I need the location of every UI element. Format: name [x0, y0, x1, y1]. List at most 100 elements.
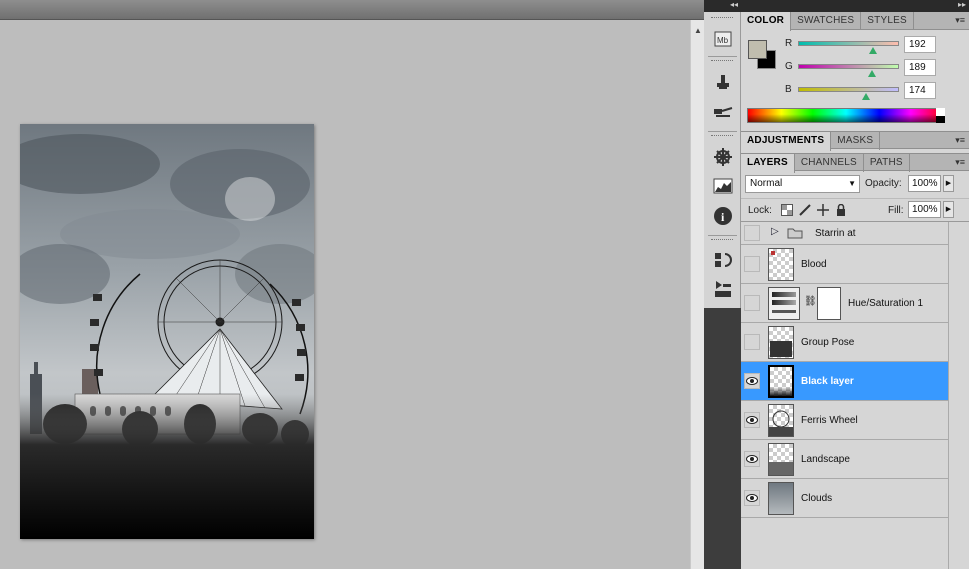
layer-thumbnail [768, 482, 794, 515]
layer-row-blood[interactable]: Blood [741, 245, 948, 284]
disclosure-triangle-icon[interactable]: ▷ [771, 226, 779, 237]
layer-row-hue-saturation[interactable]: ⛓ Hue/Saturation 1 [741, 284, 948, 323]
green-slider[interactable] [798, 64, 899, 69]
blue-slider-thumb[interactable] [862, 93, 870, 100]
tab-masks[interactable]: MASKS [831, 132, 881, 150]
fill-field[interactable]: 100% [908, 201, 941, 218]
blend-mode-value: Normal [750, 178, 783, 189]
adjustment-thumbnail [768, 287, 800, 320]
red-channel-label: R [785, 38, 793, 49]
canvas-vertical-scrollbar[interactable]: ▲ [690, 20, 704, 569]
opacity-label: Opacity: [865, 178, 902, 189]
lock-transparency-icon[interactable] [781, 204, 793, 216]
eye-icon[interactable] [744, 373, 760, 389]
layer-thumbnail [768, 443, 794, 476]
info-icon[interactable]: i [712, 205, 734, 227]
dock-icon-strip: Mb i [704, 12, 741, 308]
brushes-icon[interactable] [712, 101, 734, 123]
expand-arrows-icon[interactable]: ▸▸ [958, 0, 966, 9]
mini-bridge-icon[interactable]: Mb [712, 28, 734, 50]
blue-value-field[interactable]: 174 [904, 82, 936, 99]
tab-channels[interactable]: CHANNELS [795, 154, 864, 172]
color-panel-tabs: COLOR SWATCHES STYLES ▾≡ [741, 12, 969, 31]
color-panel: COLOR SWATCHES STYLES ▾≡ R 192 G 189 B 1… [741, 12, 969, 130]
dock-separator [708, 56, 737, 57]
layer-row-black-layer[interactable]: Black layer [741, 362, 948, 401]
layer-row-landscape[interactable]: Landscape [741, 440, 948, 479]
layer-thumbnail [768, 404, 794, 437]
svg-text:Mb: Mb [717, 36, 729, 45]
tab-styles[interactable]: STYLES [861, 12, 914, 30]
lock-pixels-icon[interactable] [799, 204, 811, 216]
document-title-bar [0, 0, 706, 20]
layer-name: Black layer [801, 376, 854, 387]
eye-icon[interactable] [744, 490, 760, 506]
foreground-color-swatch[interactable] [748, 40, 767, 59]
eye-icon[interactable] [744, 451, 760, 467]
layer-name: Blood [801, 259, 827, 270]
right-panels: ▸▸ COLOR SWATCHES STYLES ▾≡ R 192 G 189 … [741, 0, 969, 569]
lock-position-icon[interactable] [817, 204, 829, 216]
blue-channel-label: B [785, 84, 792, 95]
layer-thumbnail [768, 326, 794, 359]
visibility-toggle[interactable] [744, 225, 760, 241]
green-value-field[interactable]: 189 [904, 59, 936, 76]
panels-collapse-bar[interactable]: ▸▸ [741, 0, 969, 12]
red-value-field[interactable]: 192 [904, 36, 936, 53]
layer-name: Starrin at [815, 228, 856, 239]
tab-adjustments[interactable]: ADJUSTMENTS [741, 132, 832, 151]
navigator-icon[interactable] [712, 146, 734, 168]
green-slider-thumb[interactable] [868, 70, 876, 77]
dock-grip[interactable] [711, 239, 733, 242]
opacity-arrow-icon[interactable]: ▶ [943, 175, 954, 192]
dock-grip[interactable] [711, 135, 733, 138]
tab-swatches[interactable]: SWATCHES [791, 12, 862, 30]
eye-icon[interactable] [744, 412, 760, 428]
dock-grip[interactable] [711, 17, 733, 20]
tab-paths[interactable]: PATHS [864, 154, 910, 172]
visibility-toggle[interactable] [744, 295, 760, 311]
blue-slider[interactable] [798, 87, 899, 92]
lock-all-icon[interactable] [835, 204, 847, 216]
black-white-swatch[interactable] [936, 108, 945, 123]
dock-separator [708, 235, 737, 236]
scroll-up-arrow-icon[interactable]: ▲ [694, 26, 702, 35]
history-icon[interactable] [712, 249, 734, 271]
chevron-down-icon: ▼ [848, 179, 856, 188]
layers-panel-tabs: LAYERS CHANNELS PATHS ▾≡ [741, 153, 969, 173]
visibility-toggle[interactable] [744, 256, 760, 272]
layer-row-ferris-wheel[interactable]: Ferris Wheel [741, 401, 948, 440]
histogram-icon[interactable] [712, 175, 734, 197]
layers-scrollbar[interactable] [948, 222, 969, 569]
red-slider-thumb[interactable] [869, 47, 877, 54]
green-channel-label: G [785, 61, 793, 72]
panel-menu-icon[interactable]: ▾≡ [955, 135, 965, 146]
layer-thumbnail [768, 248, 794, 281]
red-slider[interactable] [798, 41, 899, 46]
panel-menu-icon[interactable]: ▾≡ [955, 157, 965, 168]
blend-mode-select[interactable]: Normal ▼ [745, 175, 860, 193]
canvas-area[interactable] [0, 0, 690, 569]
photoshop-workspace: ▲ ◂◂ Mb i ▸▸ COLOR SWATCHES STYLES ▾≡ R … [0, 0, 969, 569]
dock-grip[interactable] [711, 60, 733, 63]
dock-collapse-bar[interactable]: ◂◂ [704, 0, 741, 12]
lock-label: Lock: [748, 205, 772, 216]
link-chain-icon[interactable]: ⛓ [804, 296, 817, 307]
actions-icon[interactable] [712, 278, 734, 300]
layer-row-starrin-at[interactable]: ▷ Starrin at [741, 222, 948, 245]
color-spectrum-bar[interactable] [747, 108, 945, 123]
fill-label: Fill: [888, 205, 904, 216]
clone-source-icon[interactable] [712, 71, 734, 93]
opacity-field[interactable]: 100% [908, 175, 941, 192]
layer-row-clouds[interactable]: Clouds [741, 479, 948, 518]
layer-mask-thumbnail[interactable] [817, 287, 841, 320]
tab-color[interactable]: COLOR [741, 12, 792, 31]
tab-layers[interactable]: LAYERS [741, 154, 795, 173]
document-image[interactable] [20, 124, 314, 539]
fill-arrow-icon[interactable]: ▶ [943, 201, 954, 218]
layer-row-group-pose[interactable]: Group Pose [741, 323, 948, 362]
panel-menu-icon[interactable]: ▾≡ [955, 15, 965, 26]
collapse-arrows-icon[interactable]: ◂◂ [730, 0, 738, 9]
amusement-park-composite [20, 124, 314, 539]
visibility-toggle[interactable] [744, 334, 760, 350]
